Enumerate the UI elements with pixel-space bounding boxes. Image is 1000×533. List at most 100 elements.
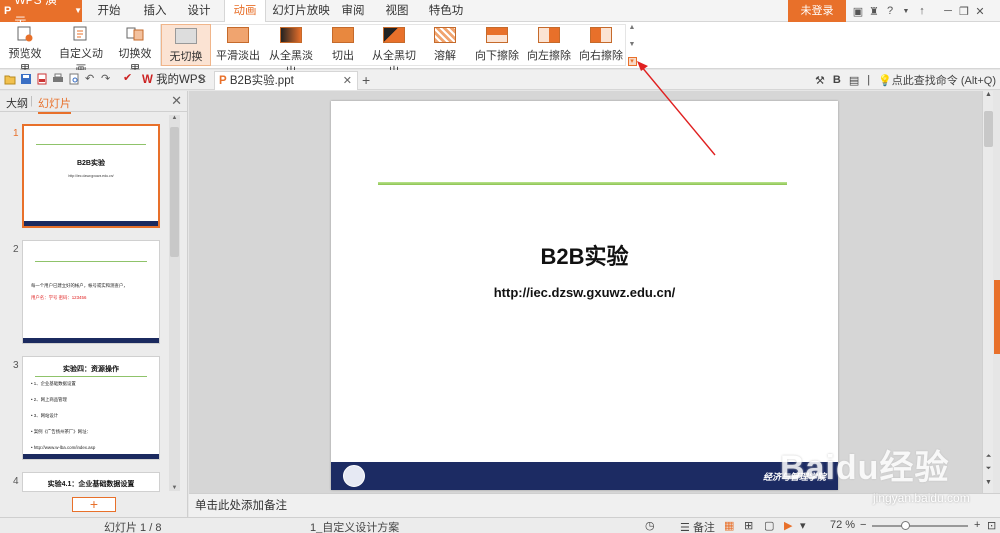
- watermark-brand: Baidu经验: [780, 449, 950, 487]
- close-tab-icon[interactable]: ✕: [198, 71, 207, 90]
- login-button[interactable]: 未登录: [788, 0, 846, 22]
- notes-toggle[interactable]: ☰ 备注: [680, 519, 715, 533]
- zoom-level[interactable]: 72 %: [830, 519, 855, 531]
- transition-wipe-right[interactable]: 向右擦除: [576, 24, 626, 66]
- slide-sorter-icon[interactable]: ⊞: [744, 519, 753, 532]
- tab-review[interactable]: 审阅: [338, 0, 368, 22]
- wps-w-icon: W: [142, 74, 153, 86]
- zoom-in-icon[interactable]: +: [974, 519, 980, 531]
- transition-fade-black[interactable]: 从全黑淡出: [264, 24, 318, 78]
- transition-wipe-left[interactable]: 向左擦除: [524, 24, 574, 66]
- scroll-up-icon[interactable]: ▲: [983, 91, 994, 98]
- tab-design[interactable]: 设计: [184, 0, 214, 22]
- theme-name: 1_自定义设计方案: [310, 522, 400, 533]
- tab-special[interactable]: 特色功能: [424, 0, 468, 39]
- slide-thumbnail-4[interactable]: 实验4.1：企业基础数据设置: [22, 472, 160, 492]
- separator: |: [867, 74, 871, 86]
- dissolve-icon: [434, 27, 456, 43]
- title-tools: ▣ ♜ ? ▼ ↑ ─ ❐ ✕: [850, 0, 988, 22]
- transition-fade-smooth[interactable]: 平滑淡出: [213, 24, 263, 66]
- add-slide-button[interactable]: +: [72, 497, 116, 512]
- tab-slides[interactable]: 幻灯片: [38, 95, 71, 114]
- close-panel-icon[interactable]: ✕: [171, 93, 182, 109]
- new-tab-button[interactable]: +: [362, 72, 370, 88]
- tab-start[interactable]: 开始: [94, 0, 124, 22]
- transition-none[interactable]: 无切换: [161, 24, 211, 66]
- cut-black-icon: [383, 27, 405, 43]
- chevron-down-icon[interactable]: ▼: [898, 8, 914, 15]
- tab-animation[interactable]: 动画: [224, 0, 266, 23]
- custom-animation-button[interactable]: 自定义动画: [56, 24, 106, 76]
- scrollbar-thumb[interactable]: [984, 111, 993, 147]
- scroll-down-icon[interactable]: ▼: [629, 41, 636, 48]
- thumb-title: B2B实验: [76, 160, 105, 167]
- undo-icon[interactable]: ↶: [85, 72, 97, 85]
- tab-outline[interactable]: 大纲: [6, 95, 28, 111]
- transition-dissolve[interactable]: 溶解: [420, 24, 470, 66]
- tab-view[interactable]: 视图: [382, 0, 412, 22]
- find-command-box[interactable]: 💡点此查找命令 (Alt+Q): [878, 72, 996, 88]
- tab-insert[interactable]: 插入: [140, 0, 170, 22]
- transition-cut[interactable]: 切出: [318, 24, 368, 66]
- next-slide-icon[interactable]: ⏷: [983, 465, 994, 473]
- slide-title[interactable]: B2B实验: [331, 239, 838, 271]
- footer-bar: [23, 454, 159, 459]
- help-icon[interactable]: ?: [882, 5, 898, 17]
- close-icon[interactable]: ✕: [972, 5, 988, 18]
- scroll-up-icon[interactable]: ▲: [169, 115, 180, 121]
- tab-my-wps[interactable]: W 我的WPS ✕: [138, 71, 212, 90]
- slide-thumbnail-2[interactable]: 每一个用户已建立好的帐户，帐号或实和测查户， 用户名：学号 密码：123456: [22, 240, 160, 344]
- preview-button[interactable]: 预览效果: [4, 24, 46, 76]
- brush-icon[interactable]: ⚒: [815, 74, 825, 87]
- document-icon[interactable]: ▤: [849, 74, 859, 87]
- scroll-down-icon[interactable]: ▼: [169, 485, 180, 491]
- print-icon[interactable]: [52, 73, 64, 85]
- slideshow-menu-icon[interactable]: ▾: [800, 519, 806, 532]
- b-icon[interactable]: B: [833, 74, 841, 86]
- status-bar: 幻灯片 1 / 8 1_自定义设计方案 ◷ ☰ 备注 ▦ ⊞ ▢ ▶ ▾ 72 …: [0, 517, 1000, 533]
- current-slide[interactable]: B2B实验 http://iec.dzsw.gxuwz.edu.cn/ 经济与管…: [331, 101, 838, 490]
- scrollbar-thumb[interactable]: [170, 127, 179, 257]
- slide-url[interactable]: http://iec.dzsw.gxuwz.edu.cn/: [331, 285, 838, 300]
- fit-window-icon[interactable]: ⊡: [987, 519, 996, 532]
- normal-view-icon[interactable]: ▦: [724, 519, 734, 532]
- print-preview-icon[interactable]: [68, 73, 80, 85]
- expand-icon[interactable]: ↑: [914, 5, 930, 17]
- prev-slide-icon[interactable]: ⏶: [983, 453, 994, 461]
- zoom-slider-knob[interactable]: [901, 521, 911, 530]
- tab-slideshow[interactable]: 幻灯片放映: [272, 0, 330, 22]
- slide-thumbnail-3[interactable]: 实验四：资源操作 • 1、企业基础数据设置 • 2、网上商品管理 • 3、网站设…: [22, 356, 160, 460]
- transition-effect-button[interactable]: 切换效果: [114, 24, 156, 76]
- slideshow-icon[interactable]: ▶: [784, 519, 792, 532]
- slide-panel-scrollbar[interactable]: ▲ ▼: [169, 115, 180, 491]
- slide-thumbnail-1[interactable]: B2B实验 http://iec.dzsw.gxuwz.edu.cn/: [22, 124, 160, 228]
- canvas-scrollbar[interactable]: ▲ ⏶ ⏷ ▼: [982, 91, 993, 493]
- export-pdf-icon[interactable]: [36, 73, 48, 85]
- thumb-item: • 1、企业基础数据设置: [31, 381, 76, 386]
- transition-cut-black[interactable]: 从全黑切出: [367, 24, 421, 78]
- zoom-out-icon[interactable]: −: [860, 519, 866, 531]
- skin-icon[interactable]: ▣: [850, 5, 866, 18]
- divider: |: [30, 95, 33, 107]
- side-expand-tab[interactable]: [994, 280, 1000, 354]
- transition-wipe-down[interactable]: 向下擦除: [472, 24, 522, 66]
- redo-icon[interactable]: ↷: [101, 72, 113, 85]
- restore-icon[interactable]: ❐: [956, 5, 972, 18]
- reading-view-icon[interactable]: ▢: [764, 519, 774, 532]
- pin-icon[interactable]: ✔: [123, 71, 135, 84]
- gallery-more-button[interactable]: ▾: [627, 57, 637, 66]
- history-icon[interactable]: ◷: [645, 519, 655, 532]
- minimize-icon[interactable]: ─: [940, 5, 956, 17]
- scroll-down-icon[interactable]: ▼: [983, 479, 994, 486]
- slide-canvas: B2B实验 http://iec.dzsw.gxuwz.edu.cn/ 经济与管…: [189, 91, 993, 493]
- app-menu-button[interactable]: P WPS 演示 ▼: [0, 0, 82, 29]
- lightbulb-icon: 💡: [878, 75, 892, 87]
- zoom-slider[interactable]: [872, 521, 968, 530]
- save-icon[interactable]: [20, 73, 32, 85]
- close-tab-icon[interactable]: ✕: [343, 72, 352, 91]
- slide-number: 1: [13, 128, 19, 139]
- shirt-icon[interactable]: ♜: [866, 5, 882, 18]
- open-folder-icon[interactable]: [4, 73, 16, 85]
- scroll-up-icon[interactable]: ▲: [629, 24, 636, 31]
- tab-document[interactable]: P B2B实验.ppt ✕: [214, 71, 358, 90]
